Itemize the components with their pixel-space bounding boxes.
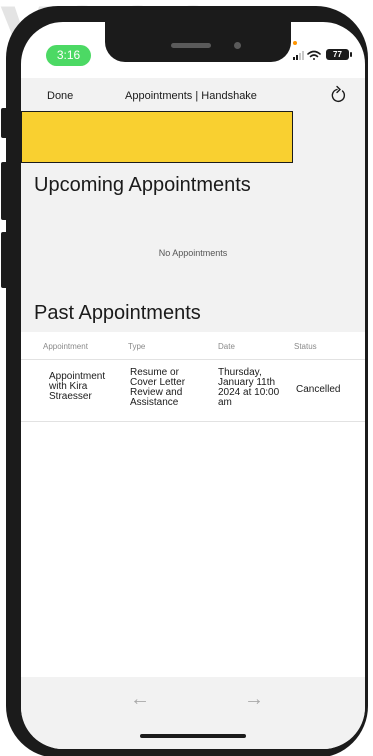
speaker-grill — [171, 43, 211, 48]
wifi-icon — [307, 50, 321, 60]
date-cell: Thursday, January 11th 2024 at 10:00 am — [218, 367, 280, 408]
table-row[interactable]: Appointment with Kira Straesser Resume o… — [21, 360, 365, 422]
home-indicator[interactable] — [140, 734, 246, 738]
appointment-cell: Appointment with Kira Straesser — [49, 371, 106, 402]
empty-state-text: No Appointments — [158, 248, 228, 258]
phone-screen: 3:16 77 Done Appointments | Handshake Up… — [21, 22, 365, 749]
table-header: Appointment Type Date Status — [21, 332, 365, 360]
navigation-bar: Done Appointments | Handshake — [21, 78, 365, 114]
redaction-banner — [21, 111, 293, 163]
past-appointments-heading: Past Appointments — [34, 302, 201, 324]
status-time: 3:16 — [46, 45, 91, 66]
front-camera — [234, 42, 241, 49]
column-header-date: Date — [218, 342, 235, 351]
page-title: Appointments | Handshake — [125, 90, 257, 102]
upcoming-appointments-heading: Upcoming Appointments — [34, 174, 251, 196]
done-button[interactable]: Done — [47, 90, 73, 102]
status-cell: Cancelled — [296, 384, 341, 395]
notch — [105, 22, 291, 62]
forward-arrow-icon[interactable]: → — [244, 689, 264, 709]
cellular-signal-icon — [293, 51, 304, 60]
column-header-type: Type — [128, 342, 146, 351]
refresh-icon[interactable] — [327, 83, 351, 107]
battery-icon: 77 — [326, 49, 349, 60]
column-header-status: Status — [294, 342, 317, 351]
privacy-indicator — [293, 41, 297, 45]
phone-frame: 3:16 77 Done Appointments | Handshake Up… — [6, 6, 368, 756]
back-arrow-icon[interactable]: ← — [130, 689, 150, 709]
battery-cap — [350, 52, 352, 57]
type-cell: Resume or Cover Letter Review and Assist… — [130, 367, 186, 408]
browser-toolbar: ← → — [21, 677, 365, 749]
column-header-appointment: Appointment — [43, 342, 88, 351]
